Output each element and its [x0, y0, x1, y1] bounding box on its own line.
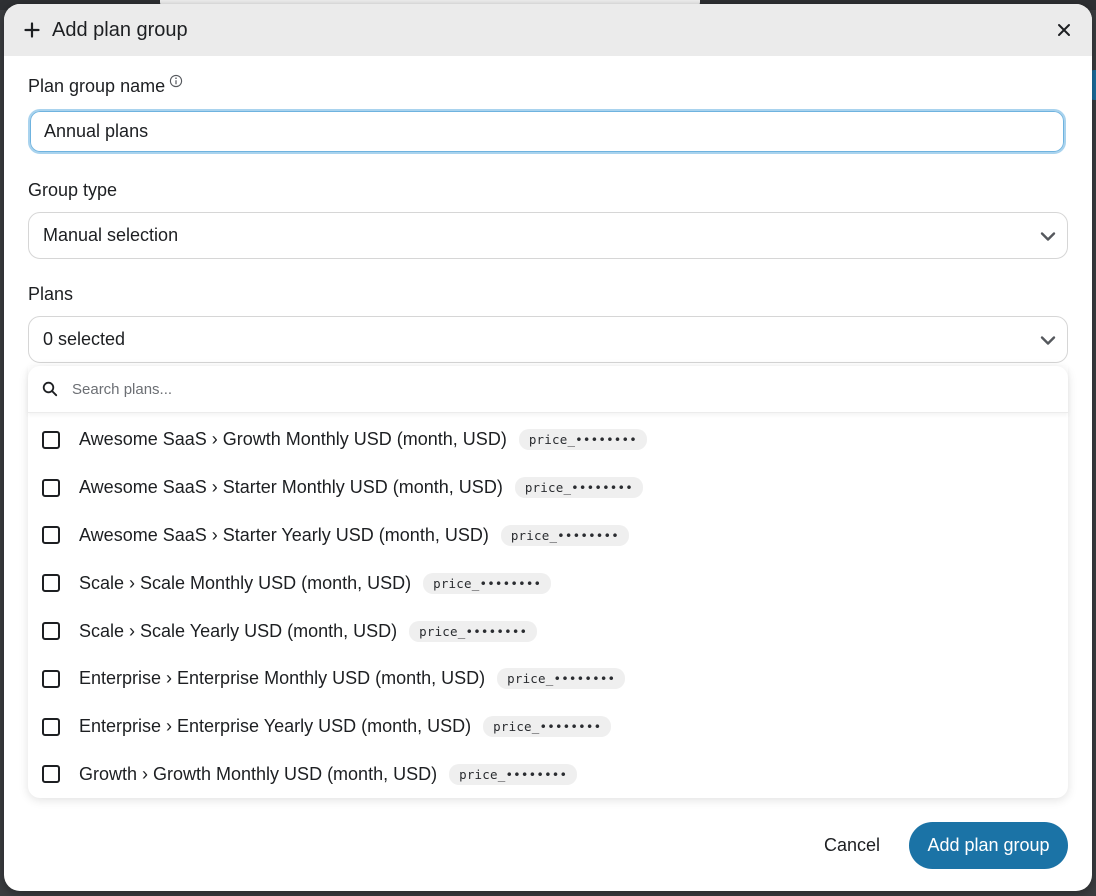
plan-item[interactable]: Growth › Growth Monthly USD (month, USD)…	[28, 751, 1068, 799]
price-id-badge: price_••••••••	[409, 620, 538, 642]
price-id-badge: price_••••••••	[423, 572, 552, 594]
add-plan-group-button[interactable]: Add plan group	[909, 822, 1068, 869]
plans-select[interactable]: 0 selected	[28, 316, 1068, 363]
plan-item[interactable]: Awesome SaaS › Starter Yearly USD (month…	[28, 512, 1068, 560]
modal-title: Add plan group	[52, 18, 188, 41]
cancel-button[interactable]: Cancel	[812, 822, 892, 869]
plan-label: Awesome SaaS › Growth Monthly USD (month…	[79, 429, 507, 450]
plan-checkbox[interactable]	[42, 717, 60, 736]
plan-label: Enterprise › Enterprise Monthly USD (mon…	[79, 668, 486, 689]
plan-checkbox[interactable]	[42, 765, 60, 784]
plan-group-name-label: Plan group name	[28, 74, 183, 97]
group-type-value: Manual selection	[43, 225, 179, 245]
plans-dropdown: Awesome SaaS › Growth Monthly USD (month…	[28, 366, 1068, 798]
add-plan-group-modal: Add plan group Plan group name Group typ…	[4, 4, 1092, 891]
plan-item[interactable]: Enterprise › Enterprise Monthly USD (mon…	[28, 655, 1068, 703]
plus-icon	[24, 22, 40, 38]
plan-checkbox[interactable]	[42, 669, 60, 688]
plan-label: Scale › Scale Monthly USD (month, USD)	[79, 572, 412, 593]
plan-group-name-label-text: Plan group name	[28, 76, 166, 96]
plan-item[interactable]: Awesome SaaS › Starter Monthly USD (mont…	[28, 464, 1068, 512]
plan-item[interactable]: Scale › Scale Monthly USD (month, USD) p…	[28, 559, 1068, 607]
plan-label: Awesome SaaS › Starter Monthly USD (mont…	[79, 477, 503, 498]
price-id-badge: price_••••••••	[514, 477, 643, 499]
group-type-label: Group type	[28, 180, 118, 200]
plans-selected-count: 0 selected	[43, 329, 126, 349]
price-id-badge: price_••••••••	[518, 429, 647, 451]
plan-label: Enterprise › Enterprise Yearly USD (mont…	[79, 716, 472, 737]
search-icon	[42, 381, 58, 397]
plan-checkbox[interactable]	[42, 526, 60, 545]
plan-checkbox[interactable]	[42, 574, 60, 593]
plan-checkbox[interactable]	[42, 478, 60, 497]
close-icon	[1058, 24, 1070, 36]
plan-label: Growth › Growth Monthly USD (month, USD)	[79, 763, 438, 784]
plan-item[interactable]: Awesome SaaS › Growth Monthly USD (month…	[28, 416, 1068, 464]
plan-item[interactable]: Scale › Scale Yearly USD (month, USD) pr…	[28, 607, 1068, 655]
info-icon[interactable]	[169, 74, 183, 88]
modal-header: Add plan group	[4, 4, 1092, 56]
price-id-badge: price_••••••••	[449, 763, 578, 785]
plans-label: Plans	[28, 284, 74, 304]
price-id-badge: price_••••••••	[483, 716, 612, 738]
plan-label: Awesome SaaS › Starter Yearly USD (month…	[79, 524, 489, 545]
plan-checkbox[interactable]	[42, 430, 60, 449]
price-id-badge: price_••••••••	[497, 668, 626, 690]
plans-list: Awesome SaaS › Growth Monthly USD (month…	[28, 416, 1068, 798]
price-id-badge: price_••••••••	[500, 524, 629, 546]
plans-search-input[interactable]	[70, 379, 1034, 399]
plan-label: Scale › Scale Yearly USD (month, USD)	[79, 620, 398, 641]
close-button[interactable]	[1054, 20, 1074, 40]
plans-search-row	[28, 366, 1068, 413]
plan-checkbox[interactable]	[42, 622, 60, 641]
plan-group-name-input[interactable]	[28, 109, 1066, 154]
plan-item[interactable]: Enterprise › Enterprise Yearly USD (mont…	[28, 703, 1068, 751]
chevron-down-icon	[1040, 232, 1056, 241]
group-type-select[interactable]: Manual selection	[28, 212, 1068, 259]
chevron-down-icon	[1040, 336, 1056, 345]
